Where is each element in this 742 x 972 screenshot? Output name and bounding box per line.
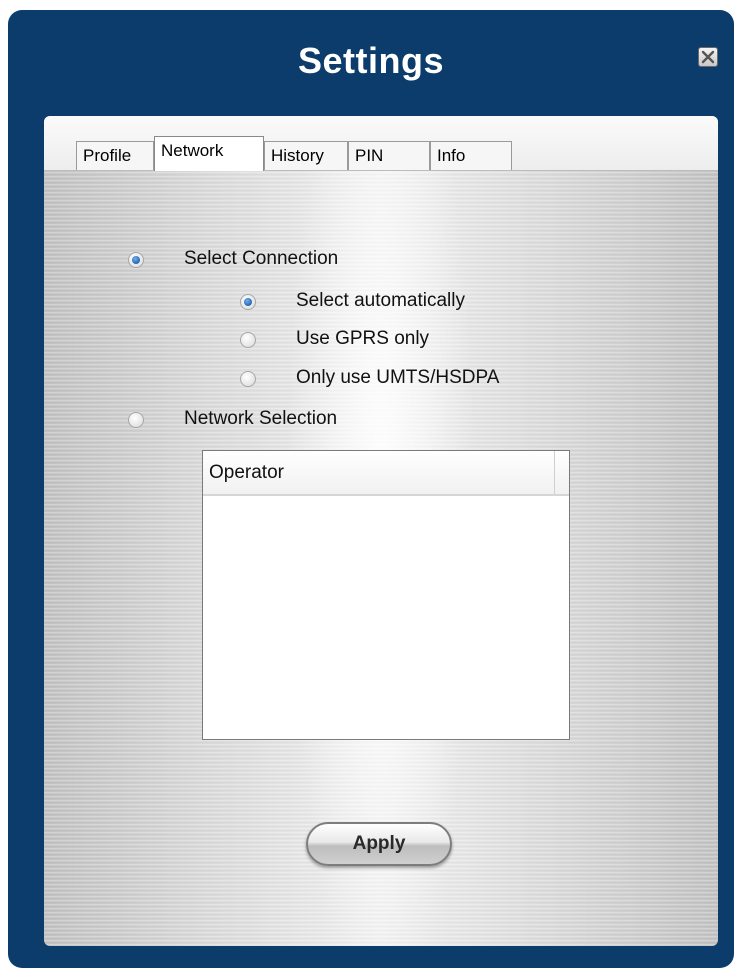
- operator-list[interactable]: Operator: [202, 450, 570, 740]
- tab-strip: Profile Network History PIN Info: [44, 116, 718, 171]
- only-umts-hsdpa-radio[interactable]: [240, 371, 256, 387]
- tab-profile[interactable]: Profile: [76, 141, 154, 170]
- select-connection-radio[interactable]: [128, 252, 144, 268]
- use-gprs-only-radio[interactable]: [240, 332, 256, 348]
- tab-info[interactable]: Info: [430, 141, 512, 170]
- operator-list-header: Operator: [203, 451, 569, 496]
- select-automatically-label: Select automatically: [296, 290, 465, 311]
- close-icon: [701, 50, 715, 64]
- settings-panel: Profile Network History PIN Info Select …: [44, 116, 718, 946]
- tab-pin[interactable]: PIN: [348, 141, 430, 170]
- apply-button[interactable]: Apply: [306, 822, 452, 866]
- tab-history[interactable]: History: [264, 141, 348, 170]
- window-title: Settings: [297, 40, 444, 81]
- close-button[interactable]: [698, 47, 718, 67]
- network-selection-label: Network Selection: [184, 408, 338, 429]
- use-gprs-only-label: Use GPRS only: [296, 328, 430, 349]
- network-selection-radio[interactable]: [128, 412, 144, 428]
- select-automatically-radio[interactable]: [240, 294, 256, 310]
- select-connection-label: Select Connection: [184, 248, 339, 269]
- only-umts-hsdpa-label: Only use UMTS/HSDPA: [296, 367, 500, 388]
- tab-network[interactable]: Network: [154, 136, 264, 171]
- operator-column-header[interactable]: Operator: [203, 451, 555, 494]
- settings-window: Settings Profile Network History PIN Inf…: [8, 10, 734, 968]
